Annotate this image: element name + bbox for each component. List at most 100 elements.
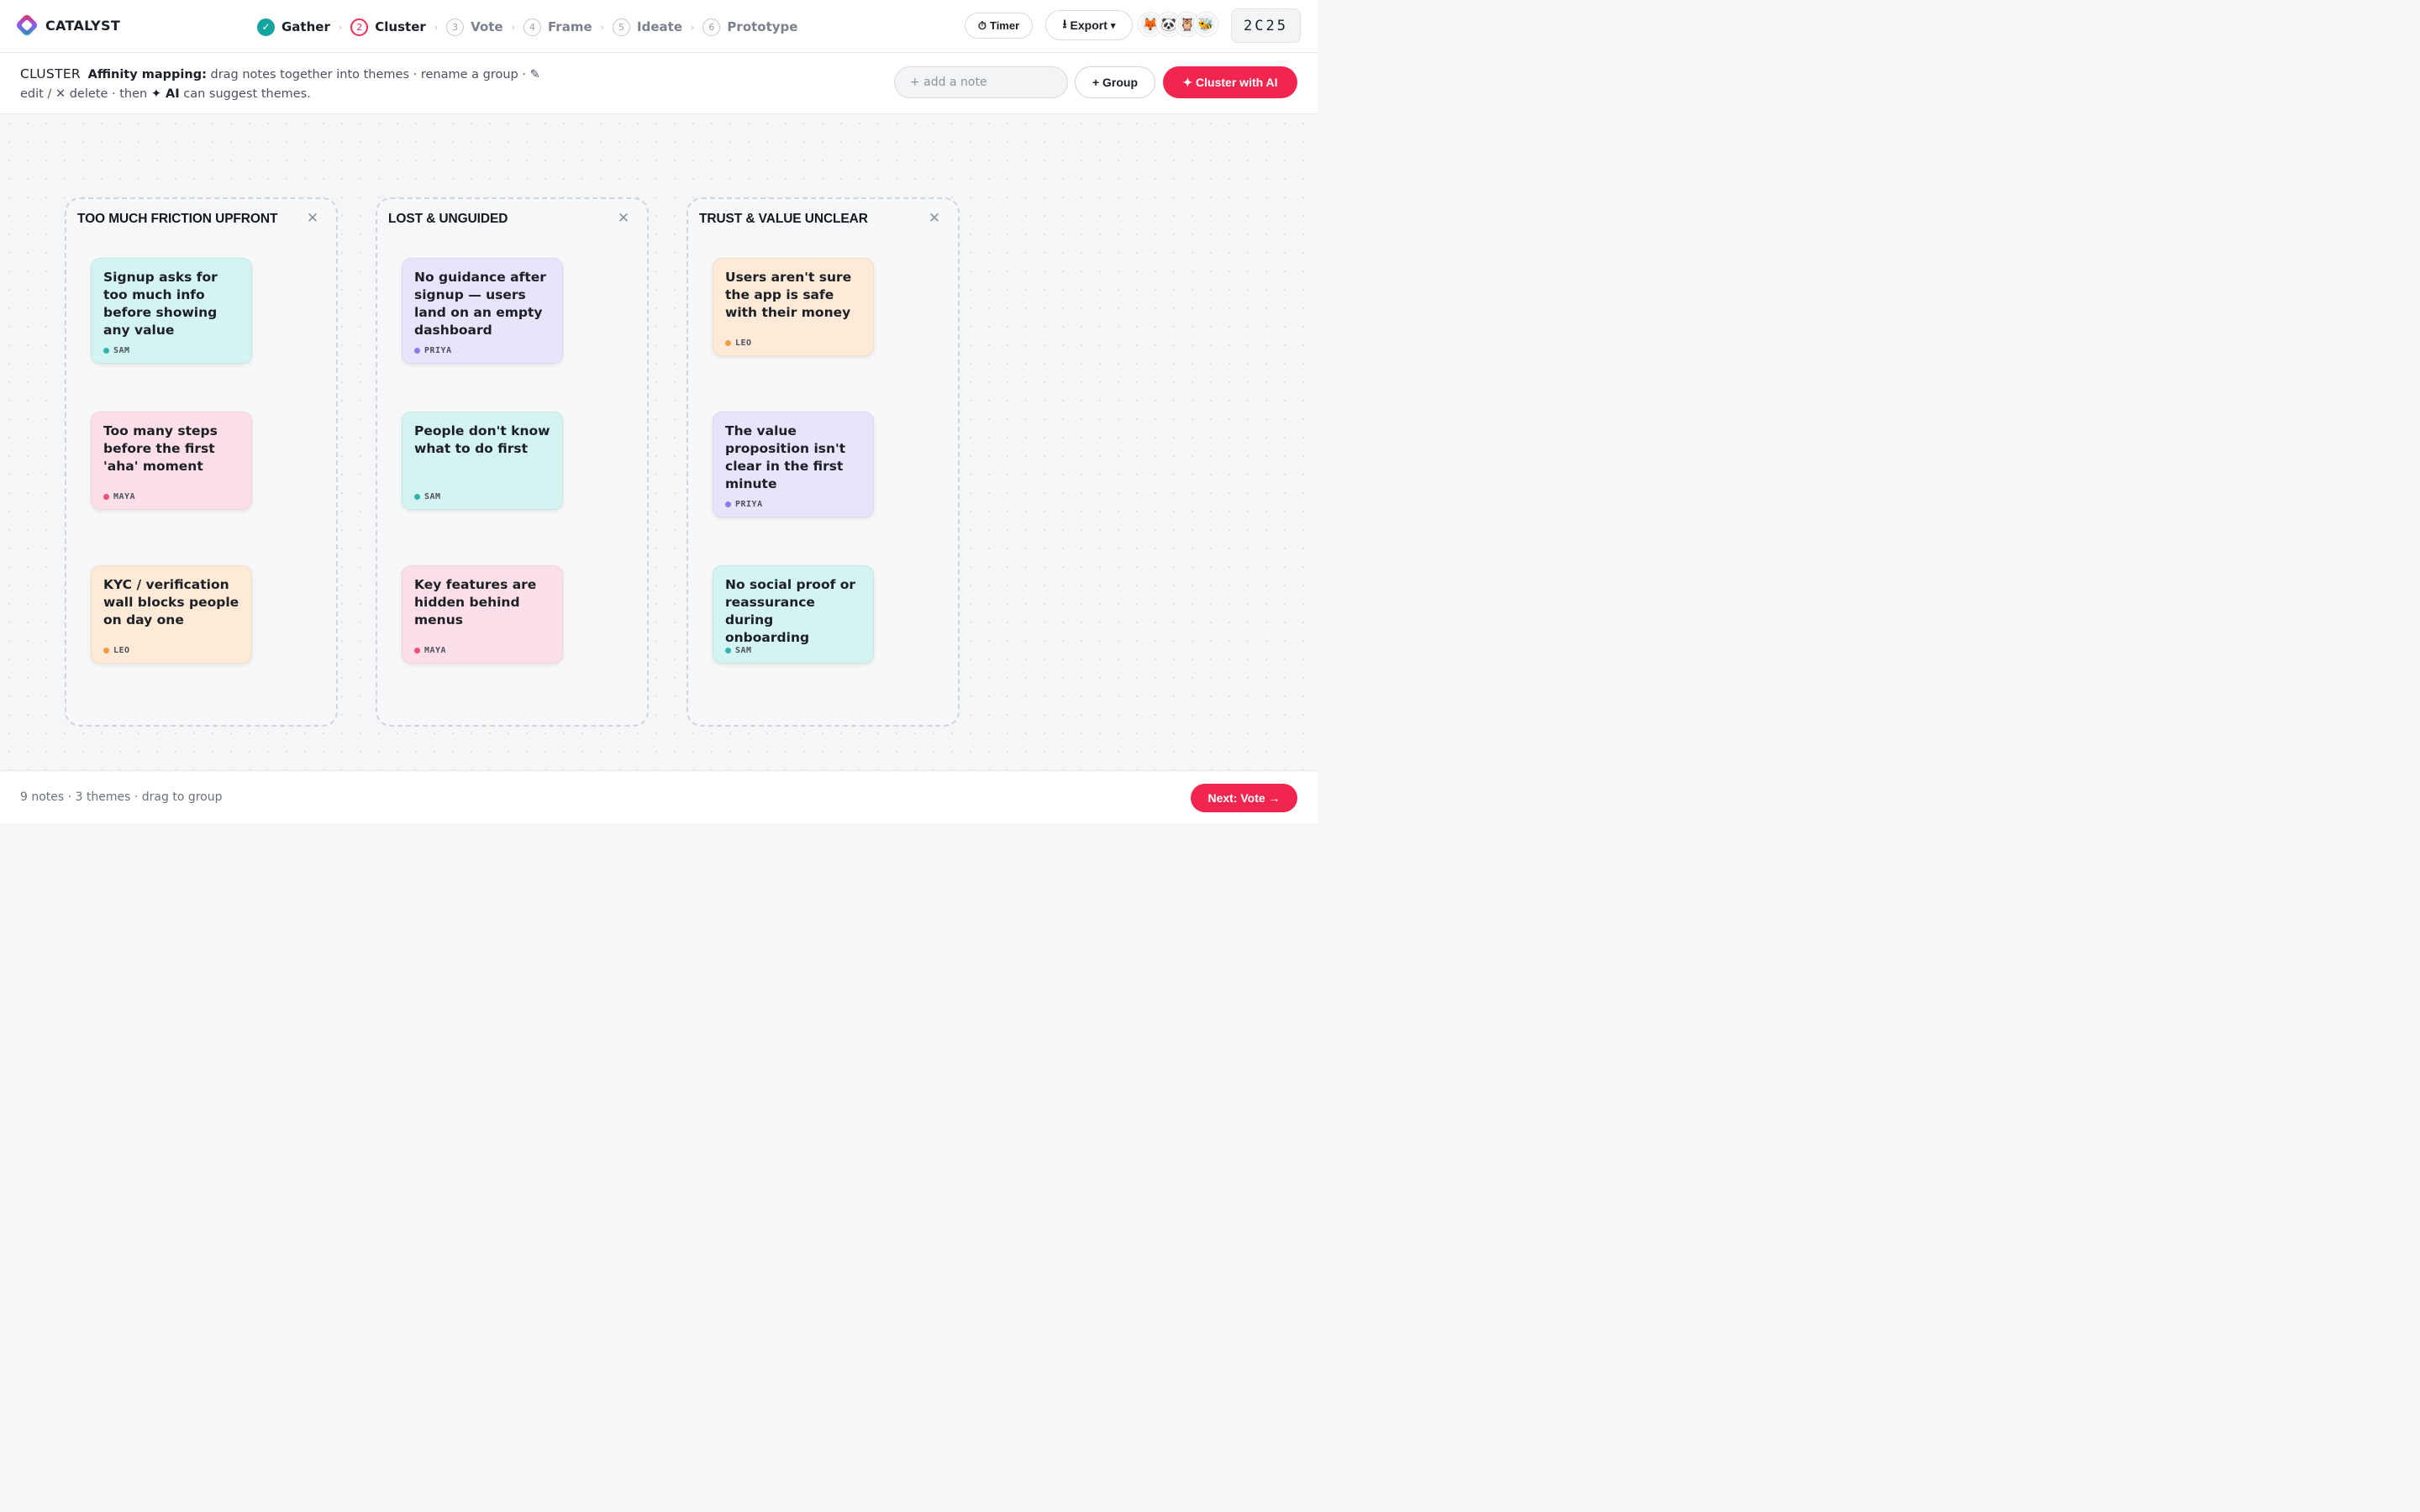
timer-button[interactable]: ⏱ Timer <box>965 13 1033 39</box>
group-title[interactable]: TRUST & VALUE UNCLEAR <box>699 212 868 227</box>
note-author: PRIYA <box>725 500 763 509</box>
author-dot-icon <box>414 648 420 654</box>
sticky-note[interactable]: People don't know what to do first SAM <box>402 412 563 510</box>
app-name: CATALYST <box>45 17 121 34</box>
theme-group[interactable]: TRUST & VALUE UNCLEAR ✕ Users aren't sur… <box>687 197 960 727</box>
chevron-right-icon: › <box>338 21 343 33</box>
timer-label: Timer <box>989 19 1020 32</box>
note-author: SAM <box>725 646 752 655</box>
group-title[interactable]: LOST & UNGUIDED <box>388 212 508 227</box>
author-name: PRIYA <box>735 500 763 509</box>
sticky-note[interactable]: No guidance after signup — users land on… <box>402 258 563 364</box>
note-text: Signup asks for too much info before sho… <box>103 270 218 338</box>
instructions-text-end: can suggest themes. <box>179 87 311 101</box>
sticky-note[interactable]: Signup asks for too much info before sho… <box>91 258 252 364</box>
affinity-canvas[interactable]: TOO MUCH FRICTION UPFRONT ✕ Signup asks … <box>0 114 1318 770</box>
author-name: SAM <box>735 646 752 655</box>
ai-keyword: ✦ AI <box>150 87 180 101</box>
author-name: MAYA <box>424 646 447 655</box>
group-title[interactable]: TOO MUCH FRICTION UPFRONT <box>77 212 277 227</box>
export-button[interactable]: ⭳ Export ▾ <box>1045 10 1133 40</box>
chevron-right-icon: › <box>434 21 439 33</box>
step-cluster[interactable]: 2 Cluster <box>350 18 426 36</box>
stopwatch-icon: ⏱ <box>977 18 986 32</box>
note-text: No social proof or reassurance during on… <box>725 577 856 645</box>
note-author: MAYA <box>103 492 135 501</box>
step-prototype[interactable]: 6 Prototype <box>702 18 797 36</box>
author-dot-icon <box>725 340 731 346</box>
author-dot-icon <box>103 648 109 654</box>
note-text: Too many steps before the first 'aha' mo… <box>103 423 218 474</box>
note-text: Users aren't sure the app is safe with t… <box>725 270 852 320</box>
author-name: SAM <box>424 492 441 501</box>
close-icon[interactable]: ✕ <box>617 210 630 227</box>
step-number: 6 <box>702 18 721 36</box>
sticky-note[interactable]: No social proof or reassurance during on… <box>713 565 874 664</box>
theme-group[interactable]: LOST & UNGUIDED ✕ No guidance after sign… <box>376 197 649 727</box>
step-vote[interactable]: 3 Vote <box>446 18 503 36</box>
author-name: SAM <box>113 346 130 355</box>
sticky-note[interactable]: The value proposition isn't clear in the… <box>713 412 874 517</box>
author-dot-icon <box>103 348 109 354</box>
step-label: Prototype <box>727 19 798 34</box>
author-name: LEO <box>113 646 130 655</box>
sticky-note[interactable]: KYC / verification wall blocks people on… <box>91 565 252 664</box>
step-label: Vote <box>471 19 503 34</box>
participant-avatars: 🦊 🐼 🦉 🐝 <box>1139 13 1218 36</box>
close-icon[interactable]: ✕ <box>928 210 941 227</box>
next-vote-button[interactable]: Next: Vote → <box>1191 784 1297 812</box>
note-text: No guidance after signup — users land on… <box>414 270 546 338</box>
brand[interactable]: CATALYST <box>15 13 120 37</box>
chevron-right-icon: › <box>600 21 605 33</box>
note-text: People don't know what to do first <box>414 423 550 456</box>
note-author: LEO <box>103 646 130 655</box>
step-number: 4 <box>523 18 542 36</box>
chevron-right-icon: › <box>511 21 516 33</box>
step-label: Ideate <box>637 19 683 34</box>
status-text: 9 notes · 3 themes · drag to group <box>20 790 223 804</box>
download-icon: ⭳ <box>1062 17 1067 30</box>
add-note-input[interactable] <box>894 66 1068 98</box>
export-label: Export <box>1070 18 1107 32</box>
author-dot-icon <box>725 501 731 507</box>
author-name: PRIYA <box>424 346 452 355</box>
catalyst-logo-icon <box>16 14 38 36</box>
add-group-button[interactable]: + Group <box>1075 66 1155 98</box>
author-dot-icon <box>414 494 420 500</box>
close-icon[interactable]: ✕ <box>306 210 319 227</box>
footer-bar: 9 notes · 3 themes · drag to group Next:… <box>0 770 1318 823</box>
author-dot-icon <box>414 348 420 354</box>
cluster-with-ai-button[interactable]: ✦ Cluster with AI <box>1163 66 1297 98</box>
note-text: Key features are hidden behind menus <box>414 577 537 627</box>
room-code[interactable]: 2C25 <box>1231 8 1301 43</box>
step-label: Cluster <box>375 19 426 34</box>
step-label: Frame <box>548 19 592 34</box>
author-name: LEO <box>735 339 752 348</box>
note-text: The value proposition isn't clear in the… <box>725 423 846 491</box>
theme-group[interactable]: TOO MUCH FRICTION UPFRONT ✕ Signup asks … <box>65 197 338 727</box>
note-author: MAYA <box>414 646 446 655</box>
instruction-bar: CLUSTER Affinity mapping: drag notes tog… <box>0 53 1318 114</box>
step-frame[interactable]: 4 Frame <box>523 18 592 36</box>
phase-stepper: ✓ Gather › 2 Cluster › 3 Vote › 4 Frame … <box>257 17 797 37</box>
step-gather[interactable]: ✓ Gather <box>257 18 330 36</box>
author-dot-icon <box>103 494 109 500</box>
check-icon: ✓ <box>257 18 275 36</box>
step-number: 5 <box>613 18 631 36</box>
sticky-note[interactable]: Too many steps before the first 'aha' mo… <box>91 412 252 510</box>
instructions-lead: Affinity mapping: <box>87 68 207 81</box>
step-number: 3 <box>446 18 465 36</box>
step-ideate[interactable]: 5 Ideate <box>613 18 682 36</box>
step-number: 2 <box>350 18 369 36</box>
avatar-bee-icon[interactable]: 🐝 <box>1194 13 1218 36</box>
phase-label: CLUSTER <box>20 66 82 81</box>
note-author: SAM <box>414 492 441 501</box>
chevron-down-icon: ▾ <box>1110 20 1116 31</box>
author-name: MAYA <box>113 492 136 501</box>
chevron-right-icon: › <box>691 21 695 33</box>
note-text: KYC / verification wall blocks people on… <box>103 577 239 627</box>
sticky-note[interactable]: Key features are hidden behind menus MAY… <box>402 565 563 664</box>
note-author: LEO <box>725 339 752 348</box>
top-bar: CATALYST ✓ Gather › 2 Cluster › 3 Vote ›… <box>0 0 1318 53</box>
sticky-note[interactable]: Users aren't sure the app is safe with t… <box>713 258 874 356</box>
